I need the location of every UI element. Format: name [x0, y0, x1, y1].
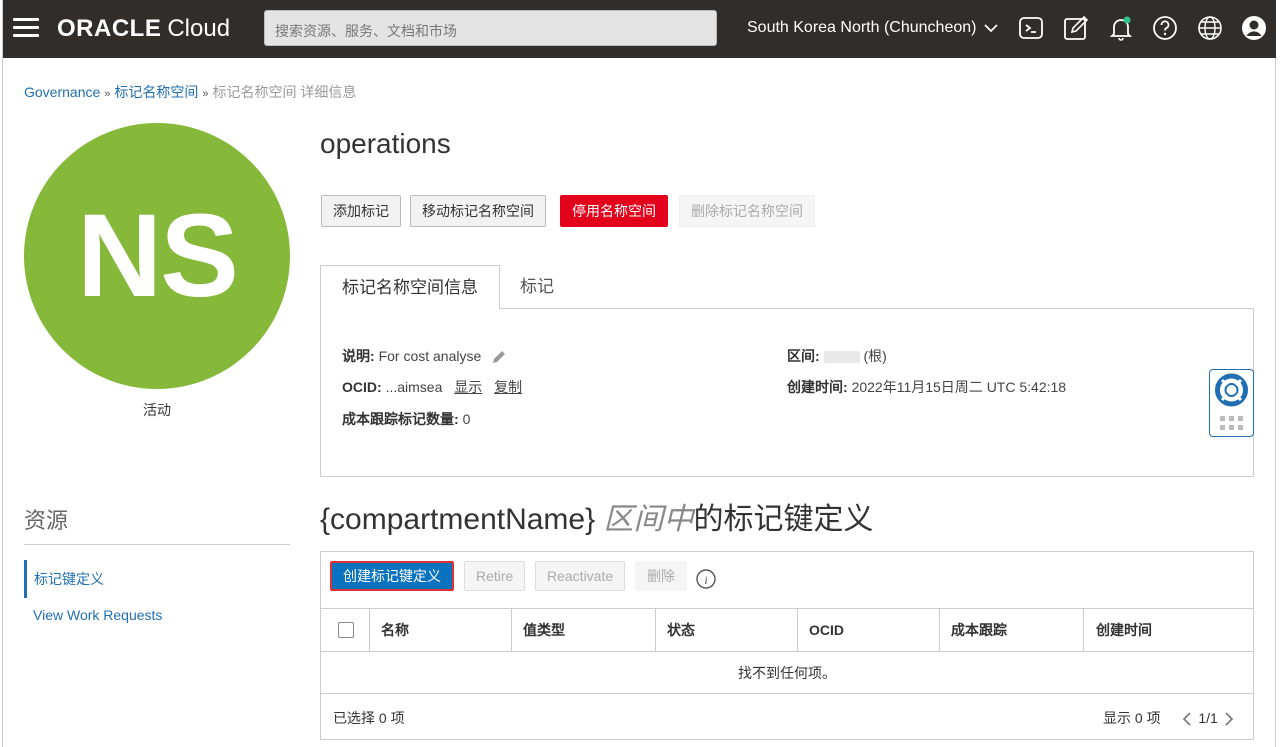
ocid-show-link[interactable]: 显示	[454, 379, 482, 395]
oracle-cloud-logo[interactable]: ORACLE Cloud	[57, 15, 230, 43]
page-title: operations	[320, 128, 451, 159]
tab-tags[interactable]: 标记	[499, 265, 575, 309]
section-heading: {compartmentName} 区间中的标记键定义	[320, 503, 874, 536]
selected-count: 已选择 0 项	[333, 710, 405, 726]
chevron-left-icon[interactable]	[1180, 711, 1194, 727]
reactivate-button[interactable]: Reactivate	[535, 561, 626, 591]
tab-namespace-info[interactable]: 标记名称空间信息	[320, 265, 500, 309]
edit-icon[interactable]	[1062, 14, 1090, 42]
breadcrumb-tag-namespaces[interactable]: 标记名称空间	[114, 84, 198, 100]
breadcrumb-current: 标记名称空间 详细信息	[212, 84, 357, 100]
retire-button[interactable]: Retire	[464, 561, 526, 591]
help-support-widget[interactable]	[1209, 369, 1254, 437]
status-label: 活动	[143, 402, 171, 418]
ocid-field: OCID: ...aimsea 显示 复制	[342, 379, 523, 395]
created-time-field: 创建时间: 2022年11月15日周二 UTC 5:42:18	[787, 379, 1067, 395]
retire-namespace-button[interactable]: 停用名称空间	[560, 195, 668, 227]
notification-bell-icon[interactable]	[1107, 14, 1135, 42]
column-ocid[interactable]: OCID	[809, 609, 844, 651]
create-tag-key-button[interactable]: 创建标记键定义	[330, 561, 454, 591]
help-icon[interactable]	[1151, 14, 1179, 42]
add-tags-button[interactable]: 添加标记	[321, 195, 401, 227]
resources-heading: 资源	[24, 508, 69, 533]
svg-text:i: i	[704, 573, 707, 587]
search-input[interactable]: 搜索资源、服务、文档和市场	[264, 10, 717, 46]
chevron-down-icon	[984, 24, 998, 33]
select-all-checkbox[interactable]	[338, 622, 354, 638]
redacted-compartment	[823, 351, 860, 364]
lifebuoy-icon	[1215, 373, 1248, 430]
move-namespace-button[interactable]: 移动标记名称空间	[410, 195, 546, 227]
table-header: 名称 值类型 状态 OCID 成本跟踪 创建时间	[321, 608, 1253, 652]
menu-icon[interactable]	[13, 18, 39, 40]
showing-count: 显示 0 项	[1103, 710, 1161, 726]
pencil-edit-icon[interactable]	[491, 349, 507, 365]
column-value-type[interactable]: 值类型	[523, 609, 565, 651]
top-navigation-bar: ORACLE Cloud 搜索资源、服务、文档和市场 South Korea No…	[3, 0, 1276, 58]
page-indicator: 1/1	[1198, 710, 1218, 726]
empty-table-message: 找不到任何项。	[321, 652, 1253, 694]
resource-item-work-requests[interactable]: View Work Requests	[33, 607, 162, 623]
user-profile-icon[interactable]	[1240, 14, 1268, 42]
breadcrumb: Governance» 标记名称空间» 标记名称空间 详细信息	[24, 84, 357, 100]
breadcrumb-governance[interactable]: Governance	[24, 84, 100, 100]
column-created[interactable]: 创建时间	[1096, 609, 1152, 651]
info-icon[interactable]: i	[695, 568, 717, 590]
pagination: 显示 0 项 1/1	[1103, 708, 1236, 728]
compartment-field: 区间: (根)	[787, 348, 887, 364]
column-status[interactable]: 状态	[667, 609, 695, 651]
cloud-shell-icon[interactable]	[1017, 14, 1045, 42]
column-name[interactable]: 名称	[381, 609, 409, 651]
region-selector[interactable]: South Korea North (Chuncheon)	[747, 19, 999, 37]
cost-tracking-field: 成本跟踪标记数量: 0	[342, 411, 471, 427]
namespace-avatar: NS	[24, 123, 290, 389]
delete-button[interactable]: 删除	[635, 561, 687, 591]
description-field: 说明: For cost analyse	[342, 346, 507, 366]
ocid-copy-link[interactable]: 复制	[494, 379, 522, 395]
delete-namespace-button[interactable]: 删除标记名称空间	[679, 195, 815, 227]
resources-divider	[24, 544, 290, 545]
resource-item-tag-key-definitions[interactable]: 标记键定义	[24, 560, 104, 598]
chevron-right-icon[interactable]	[1222, 711, 1236, 727]
column-cost-tracking[interactable]: 成本跟踪	[951, 609, 1007, 651]
language-globe-icon[interactable]	[1196, 14, 1224, 42]
